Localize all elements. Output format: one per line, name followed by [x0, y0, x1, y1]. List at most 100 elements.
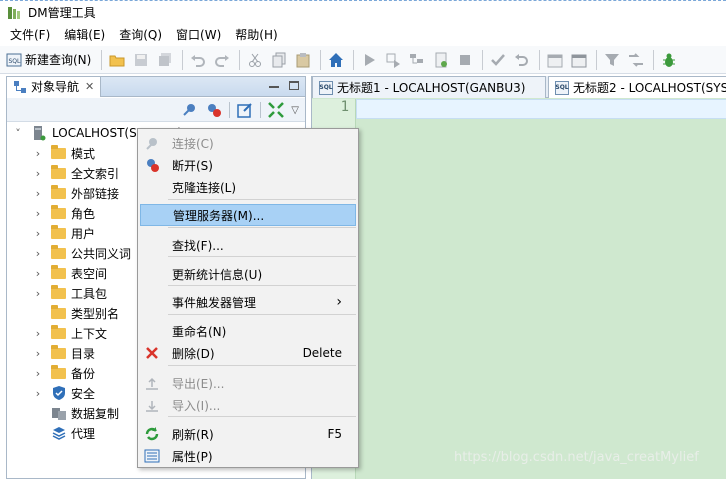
new-query-button[interactable]: SQL 新建查询(N) [6, 51, 91, 68]
editor-tab-bar: SQL 无标题1 - LOCALHOST(GANBU3) SQL 无标题2 - … [312, 76, 726, 98]
expand-chevron-icon[interactable]: › [33, 387, 43, 400]
expand-chevron-icon[interactable]: › [33, 367, 43, 380]
expand-chevron-icon[interactable]: › [33, 327, 43, 340]
folder-icon [51, 184, 66, 199]
save-all-button[interactable] [154, 49, 176, 71]
expand-chevron-icon[interactable]: › [33, 167, 43, 180]
transfer-button[interactable] [625, 49, 647, 71]
context-menu-item[interactable]: 导入(I)... [140, 394, 356, 416]
calendar-button[interactable] [568, 49, 590, 71]
editor-tab-active[interactable]: SQL 无标题2 - LOCALHOST(SYSDBA) [548, 76, 726, 98]
expand-all-icon[interactable] [267, 101, 285, 119]
server-icon [34, 126, 46, 141]
navigator-tab[interactable]: 对象导航 ✕ [7, 76, 102, 97]
paste-button[interactable] [292, 49, 314, 71]
stop-button[interactable] [454, 49, 476, 71]
context-menu-item[interactable]: 属性(P) [140, 445, 356, 467]
tree-item[interactable]: › 模式 [33, 143, 95, 163]
expand-chevron-icon[interactable]: › [33, 267, 43, 280]
new-query-label: 新建查询(N) [25, 53, 92, 67]
close-icon[interactable]: ✕ [85, 80, 94, 93]
disconnect-icon[interactable] [205, 101, 223, 119]
filter-button[interactable] [601, 49, 623, 71]
run-step-button[interactable] [382, 49, 404, 71]
line-number: 1 [340, 99, 349, 115]
view-menu-chevron-icon[interactable]: ▽ [291, 105, 299, 116]
undo-button[interactable] [187, 49, 209, 71]
context-menu-item[interactable]: 删除(D) Delete [140, 342, 356, 364]
menu-help[interactable]: 帮助(H) [235, 26, 277, 43]
tree-item[interactable]: › 角色 [33, 203, 95, 223]
context-menu-item[interactable]: 刷新(R) F5 [140, 423, 356, 445]
tree-item[interactable]: › 用户 [33, 223, 95, 243]
cut-button[interactable] [244, 49, 266, 71]
expand-chevron-icon[interactable]: › [33, 147, 43, 160]
tree-item[interactable]: › 公共同义词 [33, 243, 131, 263]
folder-icon [51, 364, 66, 379]
tree-item[interactable]: › 安全 [33, 383, 95, 403]
maximize-icon[interactable] [289, 81, 299, 90]
expand-chevron-icon[interactable]: › [33, 287, 43, 300]
toolbar-separator [596, 49, 598, 70]
rollback-button[interactable] [511, 49, 533, 71]
tree-item-label: 代理 [71, 426, 96, 441]
editor-tab[interactable]: SQL 无标题1 - LOCALHOST(GANBU3) [312, 76, 546, 98]
menu-file[interactable]: 文件(F) [10, 26, 50, 43]
debug-button[interactable] [658, 49, 680, 71]
toolbar-separator [653, 49, 655, 70]
menu-query[interactable]: 查询(Q) [119, 26, 162, 43]
tree-item[interactable]: › 外部链接 [33, 183, 119, 203]
context-menu-item[interactable]: 断开(S) [140, 154, 356, 176]
expand-chevron-icon[interactable]: › [33, 247, 43, 260]
run-button[interactable] [358, 49, 380, 71]
tree-item[interactable]: › 全文索引 [33, 163, 119, 183]
connect-icon [142, 133, 162, 153]
editor-tab-label: 无标题2 - LOCALHOST(SYSDBA) [573, 81, 726, 95]
expand-chevron-icon[interactable]: › [33, 347, 43, 360]
tree-item[interactable]: › 上下文 [33, 323, 107, 343]
tree-item[interactable]: › 工具包 [33, 283, 107, 303]
connect-icon[interactable] [181, 101, 199, 119]
menu-icon-slot [142, 264, 162, 284]
expand-chevron-icon[interactable]: › [33, 227, 43, 240]
minimize-icon[interactable] [269, 86, 279, 88]
redo-button[interactable] [211, 49, 233, 71]
menu-window[interactable]: 窗口(W) [176, 26, 221, 43]
context-menu-item[interactable]: 连接(C) [140, 132, 356, 154]
tree-item-label: 外部链接 [71, 186, 120, 201]
tree-item[interactable]: › 表空间 [33, 263, 107, 283]
commit-button[interactable] [487, 49, 509, 71]
folder-icon [51, 344, 66, 359]
home-button[interactable] [325, 49, 347, 71]
tree-item[interactable]: 代理 [33, 423, 95, 443]
script-button[interactable] [430, 49, 452, 71]
menu-icon-slot [142, 177, 162, 197]
edit-icon[interactable] [236, 101, 254, 119]
expand-chevron-icon[interactable]: › [33, 207, 43, 220]
tree-item[interactable]: › 备份 [33, 363, 95, 383]
tree-item[interactable]: › 目录 [33, 343, 95, 363]
tree-item[interactable]: 数据复制 [33, 403, 119, 423]
save-button[interactable] [130, 49, 152, 71]
context-menu-item[interactable]: 查找(F)... [140, 234, 356, 256]
explain-button[interactable] [406, 49, 428, 71]
expand-chevron-icon[interactable]: › [33, 187, 43, 200]
menu-edit[interactable]: 编辑(E) [64, 26, 105, 43]
context-menu-item[interactable]: 更新统计信息(U) [140, 263, 356, 285]
navigator-tab-label: 对象导航 [31, 80, 80, 94]
collapse-chevron-icon[interactable]: ˅ [13, 127, 23, 140]
schedule-button[interactable] [544, 49, 566, 71]
explain-icon [410, 53, 424, 63]
toolbar-separator [101, 49, 103, 70]
open-button[interactable] [106, 49, 128, 71]
context-menu-item[interactable]: 管理服务器(M)... [140, 204, 356, 226]
context-menu-item[interactable]: 事件触发器管理 › [140, 291, 356, 313]
context-menu-item[interactable]: 导出(E)... [140, 372, 356, 394]
current-line-highlight[interactable] [356, 99, 726, 119]
copy-button[interactable] [268, 49, 290, 71]
context-menu-item[interactable]: 克隆连接(L) [140, 176, 356, 198]
tree-item-label: 数据复制 [71, 406, 120, 421]
tree-item[interactable]: 类型别名 [33, 303, 119, 323]
folder-icon [51, 244, 66, 259]
context-menu-item[interactable]: 重命名(N) [140, 320, 356, 342]
